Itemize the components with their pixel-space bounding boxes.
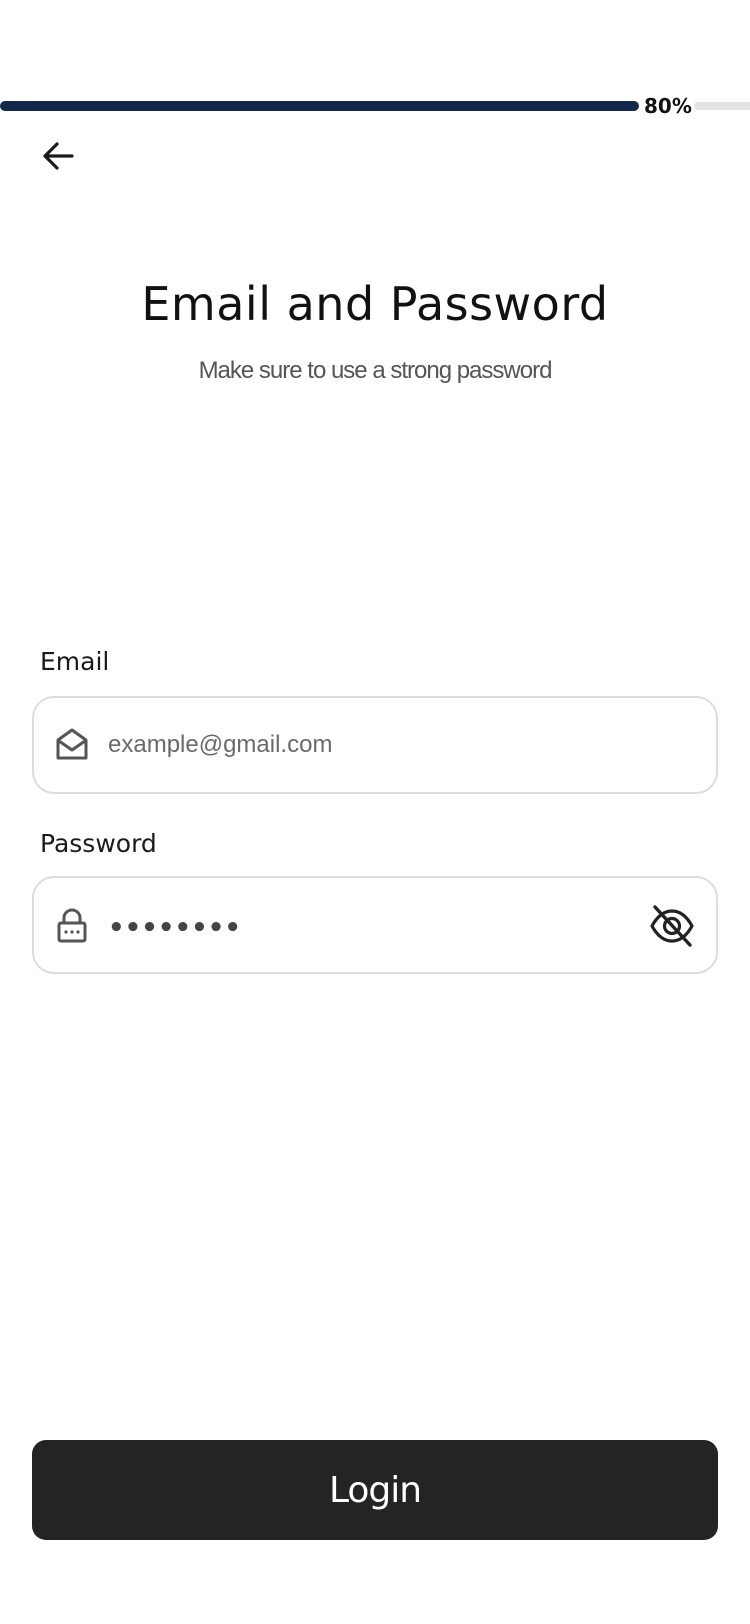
progress-fill	[0, 101, 639, 111]
page-subtitle: Make sure to use a strong password	[198, 357, 553, 384]
login-button[interactable]: Login	[32, 1440, 718, 1540]
progress-remaining-track	[694, 102, 750, 110]
password-field[interactable]: ••••••••	[32, 876, 718, 974]
password-input[interactable]: ••••••••	[108, 908, 241, 948]
progress-label: 80%	[644, 94, 692, 118]
arrow-left-icon	[43, 142, 74, 170]
eye-off-icon[interactable]	[648, 902, 696, 950]
email-label: Email	[40, 647, 110, 676]
email-field[interactable]	[32, 696, 718, 794]
email-input[interactable]	[108, 698, 608, 792]
envelope-icon	[56, 728, 88, 760]
password-label: Password	[40, 829, 157, 858]
lock-icon	[57, 908, 87, 943]
back-button[interactable]	[36, 134, 80, 178]
progress-bar: 80%	[0, 94, 750, 118]
page-title: Email and Password	[141, 277, 609, 331]
